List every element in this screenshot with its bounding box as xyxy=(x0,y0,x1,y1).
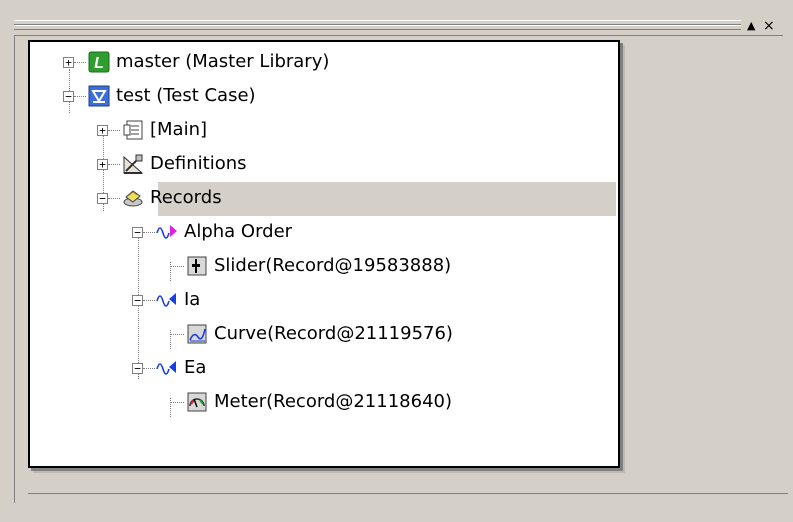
tree-item-label: Ea xyxy=(184,357,207,378)
tree-item-label: Records xyxy=(150,187,222,208)
expand-main-button[interactable]: + xyxy=(97,125,108,136)
signal-icon xyxy=(156,357,178,379)
tree-item-ia[interactable]: Ia xyxy=(156,286,203,314)
tree-item-label: Curve(Record@21119576) xyxy=(214,323,453,344)
collapse-alpha-order-button[interactable]: − xyxy=(132,227,143,238)
tree-item-curve-record[interactable]: Curve(Record@21119576) xyxy=(186,320,456,348)
records-icon xyxy=(122,187,144,209)
signal-icon xyxy=(156,221,178,243)
tree-item-ea[interactable]: Ea xyxy=(156,354,209,382)
slider-icon xyxy=(186,255,208,277)
tree-item-label: Slider(Record@19583888) xyxy=(214,255,452,276)
collapse-button[interactable]: ▲ xyxy=(747,19,755,33)
meter-icon xyxy=(186,391,208,413)
tree-item-definitions[interactable]: Definitions xyxy=(122,150,250,178)
curve-icon xyxy=(186,323,208,345)
svg-text:L: L xyxy=(94,55,104,72)
tree-item-slider-record[interactable]: Slider(Record@19583888) xyxy=(186,252,454,280)
expand-definitions-button[interactable]: + xyxy=(97,159,108,170)
expand-master-button[interactable]: + xyxy=(63,57,74,68)
collapse-test-button[interactable]: − xyxy=(63,91,74,102)
panel-window: ▲ × + − + + − − − − L master (Master Lib… xyxy=(8,10,788,518)
tree-view[interactable]: + − + + − − − − L master (Master Library… xyxy=(28,40,620,468)
tree-item-label: [Main] xyxy=(150,119,208,140)
tree-item-test[interactable]: test (Test Case) xyxy=(88,82,259,110)
tree-item-alpha-order[interactable]: Alpha Order xyxy=(156,218,295,246)
test-case-icon xyxy=(88,85,110,107)
pane-bottom-edge xyxy=(28,493,788,518)
tree-item-label: Definitions xyxy=(150,153,247,174)
tree-item-meter-record[interactable]: Meter(Record@21118640) xyxy=(186,388,455,416)
main-module-icon xyxy=(122,119,144,141)
library-icon: L xyxy=(88,51,110,73)
tree-item-main[interactable]: [Main] xyxy=(122,116,210,144)
collapse-ea-button[interactable]: − xyxy=(132,363,143,374)
collapse-ia-button[interactable]: − xyxy=(132,295,143,306)
title-grip[interactable] xyxy=(14,18,741,32)
tree-item-label: Meter(Record@21118640) xyxy=(214,391,452,412)
tree-item-master[interactable]: L master (Master Library) xyxy=(88,48,332,76)
tree-item-label: Ia xyxy=(184,289,201,310)
selection-highlight xyxy=(158,182,616,216)
close-button[interactable]: × xyxy=(763,19,775,33)
tree-item-label: test (Test Case) xyxy=(116,85,256,106)
tree-item-records[interactable]: Records xyxy=(122,182,616,216)
definitions-icon xyxy=(122,153,144,175)
collapse-records-button[interactable]: − xyxy=(97,193,108,204)
signal-icon xyxy=(156,289,178,311)
tree-item-label: master (Master Library) xyxy=(116,51,330,72)
tree-item-label: Alpha Order xyxy=(184,221,293,242)
